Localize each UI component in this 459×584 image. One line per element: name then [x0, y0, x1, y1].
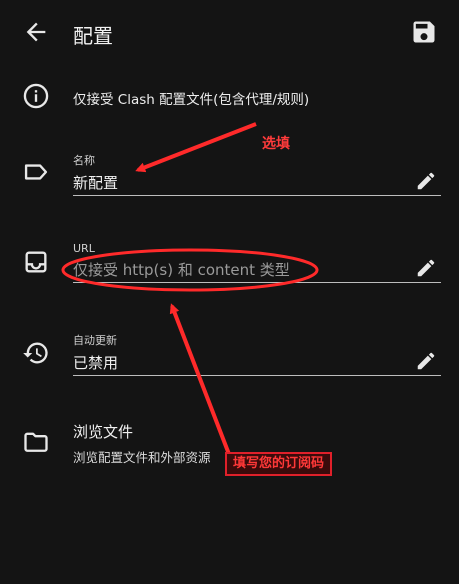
url-placeholder: 仅接受 http(s) 和 content 类型	[73, 261, 290, 279]
auto-update-label: 自动更新	[73, 334, 117, 347]
back-button[interactable]	[22, 18, 50, 46]
info-text: 仅接受 Clash 配置文件(包含代理/规则)	[73, 92, 310, 108]
url-label: URL	[73, 242, 95, 255]
subscription-annotation: 填写您的订阅码	[225, 452, 333, 476]
pencil-icon[interactable]	[415, 350, 437, 372]
name-label: 名称	[73, 154, 95, 167]
folder-icon	[24, 432, 48, 452]
auto-update-field[interactable]: 自动更新 已禁用	[73, 332, 441, 376]
pencil-icon[interactable]	[415, 257, 437, 279]
browse-files-subtitle: 浏览配置文件和外部资源	[73, 450, 211, 465]
page-title: 配置	[73, 24, 113, 48]
profile-config-screen: 配置 仅接受 Clash 配置文件(包含代理/规则) 名称 新配置 URL 仅接…	[0, 0, 459, 584]
arrow-back-icon	[26, 22, 46, 42]
auto-update-input[interactable]: 已禁用	[73, 348, 441, 376]
history-clock-icon	[23, 342, 48, 364]
url-field[interactable]: URL 仅接受 http(s) 和 content 类型	[73, 242, 441, 283]
optional-annotation: 选填	[262, 136, 290, 152]
subscription-arrow	[169, 303, 234, 463]
pencil-icon[interactable]	[415, 170, 437, 192]
name-value: 新配置	[73, 174, 119, 192]
top-app-bar: 配置	[0, 0, 459, 64]
save-button[interactable]	[410, 18, 438, 46]
browse-files-title: 浏览文件	[73, 423, 134, 441]
auto-update-value: 已禁用	[73, 354, 119, 372]
name-input[interactable]: 新配置	[73, 168, 441, 196]
inbox-tray-icon	[25, 251, 47, 273]
save-icon	[413, 21, 435, 43]
name-field[interactable]: 名称 新配置	[73, 152, 441, 196]
label-tag-icon	[24, 164, 48, 180]
url-input[interactable]: 仅接受 http(s) 和 content 类型	[73, 255, 441, 283]
info-icon	[23, 83, 49, 109]
